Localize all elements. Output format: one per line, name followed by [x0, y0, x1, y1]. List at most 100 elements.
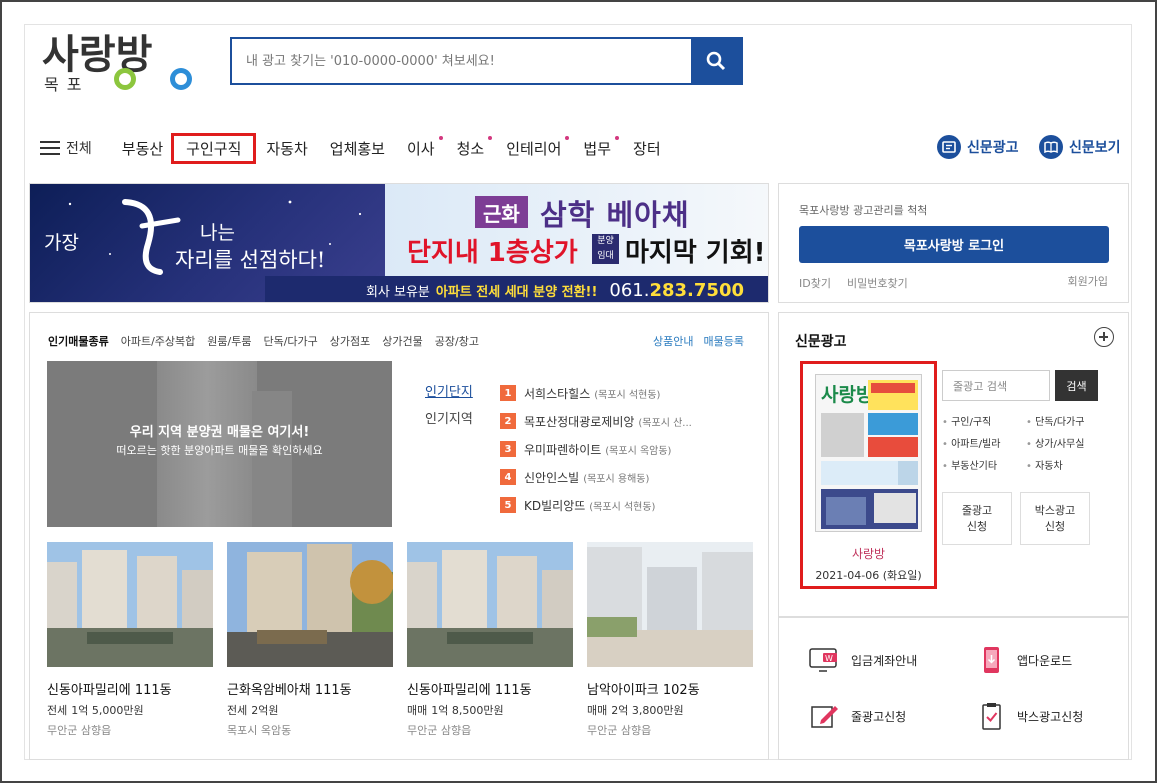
property-address: 무안군 삼향읍 [47, 724, 112, 737]
nav-item-interior[interactable]: 인테리어 [498, 135, 570, 159]
site-logo[interactable]: 사랑방 목포 [42, 32, 202, 92]
product-info-link[interactable]: 상품안내 [653, 333, 693, 349]
newspaper-category-link[interactable]: 상가/사무실 [1026, 435, 1110, 450]
category-link[interactable]: 아파트/주상복합 [121, 333, 196, 349]
newspaper-category-link[interactable]: 부동산기타 [942, 457, 1026, 472]
tab-popular-region[interactable]: 인기지역 [425, 406, 473, 433]
newspaper-thumbnail: 사랑방 [815, 374, 922, 532]
banner-badge: 분양 임대 [592, 234, 619, 264]
category-title: 인기매물종류 [48, 335, 109, 348]
property-section: 인기매물종류 아파트/주상복합 원룸/투룸 단독/다가구 상가점포 상가건물 공… [29, 312, 769, 760]
new-dot [615, 135, 620, 140]
nav-item-jobs[interactable]: 구인구직 [171, 132, 257, 164]
ad-search-input[interactable] [232, 39, 692, 83]
nav-item-real-estate[interactable]: 부동산 [114, 138, 171, 159]
new-dot [438, 135, 443, 140]
search-button[interactable] [691, 39, 741, 83]
new-dot [488, 135, 493, 140]
line-ad-search-button[interactable]: 검색 [1055, 370, 1098, 401]
newspaper-ad-icon [937, 135, 961, 159]
banner-left-line1: 가장 [44, 232, 79, 254]
newspaper-category-link[interactable]: 단독/다가구 [1026, 413, 1110, 428]
newspaper-name: 사랑방 [851, 547, 886, 561]
promo-title: 우리 지역 분양권 매물은 여기서! [129, 425, 310, 440]
box-ad-apply-button[interactable]: 박스광고 신청 [1020, 492, 1090, 545]
monitor-won-icon: W [809, 646, 841, 674]
property-price: 매매 1억 8,500만원 [407, 704, 504, 717]
nav-item-cars[interactable]: 자동차 [258, 138, 315, 159]
category-link[interactable]: 상가건물 [382, 333, 422, 349]
banner-red-text: 단지내 1층상가 [407, 238, 578, 268]
phone-download-icon [975, 646, 1007, 674]
ranking-item[interactable]: 5 KD빌리앙뜨 (목포시 석현동) [500, 491, 692, 519]
newspaper-thumbnail-highlight[interactable]: 사랑방 사랑방 2021-04-06 (화요일) [800, 361, 937, 589]
line-ad-apply-button[interactable]: 줄광고 신청 [942, 492, 1012, 545]
nav-item-cleaning[interactable]: 청소 [449, 135, 493, 159]
login-box: 목포사랑방 광고관리를 척척 목포사랑방 로그인 ID찾기 비밀번호찾기 회원가… [778, 183, 1129, 303]
newspaper-category-link[interactable]: 자동차 [1026, 457, 1110, 472]
property-address: 무안군 삼향읍 [587, 724, 652, 737]
logo-text: 사랑방 [42, 32, 153, 78]
newspaper-ad-box: 신문광고 사랑방 사랑방 2021-04-06 (화요일) 줄광고 검색 검색 … [778, 312, 1129, 617]
category-link[interactable]: 공장/창고 [435, 333, 479, 349]
nav-item-market[interactable]: 장터 [625, 138, 669, 159]
property-card[interactable]: 근화옥암베아채 111동 전세 2억원 목포시 옥암동 [227, 542, 393, 738]
property-price: 전세 2억원 [227, 704, 279, 717]
newspaper-category-link[interactable]: 아파트/빌라 [942, 435, 1026, 450]
all-menu-button[interactable]: 전체 [40, 138, 92, 158]
line-ad-search-input[interactable]: 줄광고 검색 [942, 370, 1050, 401]
newspaper-view-link[interactable]: 신문보기 [1039, 135, 1121, 159]
line-ad-apply-link[interactable]: 줄광고신청 [809, 702, 906, 730]
category-link[interactable]: 원룸/투룸 [207, 333, 251, 349]
property-price: 전세 1억 5,000만원 [47, 704, 144, 717]
category-link[interactable]: 단독/다가구 [263, 333, 317, 349]
banner-title: 삼학 베아채 [540, 198, 690, 232]
nav-item-business[interactable]: 업체홍보 [322, 138, 393, 159]
newspaper-category-link[interactable]: 구인/구직 [942, 413, 1026, 428]
new-dot [565, 135, 570, 140]
find-id-link[interactable]: ID찾기 [799, 275, 831, 291]
clipboard-check-icon [975, 702, 1007, 730]
property-name: 근화옥암베아채 111동 [227, 683, 352, 698]
property-card[interactable]: 신동아파밀리에 111동 매매 1억 8,500만원 무안군 삼향읍 [407, 542, 573, 738]
login-button[interactable]: 목포사랑방 로그인 [799, 226, 1109, 263]
register-listing-link[interactable]: 매물등록 [704, 333, 744, 349]
ranking-item[interactable]: 1 서희스타힐스 (목포시 석현동) [500, 379, 692, 407]
nav-item-legal[interactable]: 법무 [575, 135, 620, 159]
nav-item-moving[interactable]: 이사 [399, 135, 443, 159]
find-password-link[interactable]: 비밀번호찾기 [847, 275, 908, 291]
ad-search-box [230, 37, 743, 85]
presale-promo-card[interactable]: 우리 지역 분양권 매물은 여기서! 떠오르는 핫한 분양아파트 매물을 확인하… [47, 361, 392, 527]
tab-popular-complex[interactable]: 인기단지 [425, 379, 473, 406]
pencil-form-icon [809, 702, 841, 730]
banner-left-line3: 자리를 선점하다! [175, 248, 326, 272]
newspaper-ad-link[interactable]: 신문광고 [937, 135, 1019, 159]
property-address: 목포시 옥암동 [227, 724, 292, 737]
login-caption: 목포사랑방 광고관리를 척척 [799, 204, 928, 217]
property-card[interactable]: 신동아파밀리에 111동 전세 1억 5,000만원 무안군 삼향읍 [47, 542, 213, 738]
quick-links-box: W 입금계좌안내 앱다운로드 줄광고신청 박스광고신청 [778, 617, 1129, 760]
join-link[interactable]: 회원가입 [1068, 273, 1108, 289]
property-card[interactable]: 남악아이파크 102동 매매 2억 3,800만원 무안군 삼향읍 [587, 542, 753, 738]
app-download-link[interactable]: 앱다운로드 [975, 646, 1072, 674]
plus-circle-icon[interactable] [1094, 327, 1114, 347]
banner-left-line2: 나는 [200, 222, 235, 244]
property-address: 무안군 삼향읍 [407, 724, 472, 737]
ranking-item[interactable]: 2 목포산정대광로제비앙 (목포시 산... [500, 407, 692, 435]
ranking-item[interactable]: 4 신안인스빌 (목포시 용해동) [500, 463, 692, 491]
property-category-row: 인기매물종류 아파트/주상복합 원룸/투룸 단독/다가구 상가점포 상가건물 공… [48, 333, 479, 349]
newspaper-section-title: 신문광고 [795, 334, 847, 350]
newspaper-view-label: 신문보기 [1069, 140, 1121, 156]
banner-phone: 061.283.7500 [609, 279, 744, 301]
svg-text:W: W [825, 654, 833, 663]
promo-banner[interactable]: 가장 나는 자리를 선점하다! 근화 삼학 베아채 단지내 1층상가 분양 임대 … [29, 183, 769, 303]
property-name: 남악아이파크 102동 [587, 683, 700, 698]
category-link[interactable]: 상가점포 [330, 333, 370, 349]
deposit-account-link[interactable]: W 입금계좌안내 [809, 646, 917, 674]
property-cards: 신동아파밀리에 111동 전세 1억 5,000만원 무안군 삼향읍 근화옥암베아… [47, 542, 753, 738]
box-ad-apply-link[interactable]: 박스광고신청 [975, 702, 1083, 730]
newspaper-categories: 구인/구직 단독/다가구 아파트/빌라 상가/사무실 부동산기타 자동차 [942, 413, 1112, 472]
property-price: 매매 2억 3,800만원 [587, 704, 684, 717]
search-icon [706, 51, 726, 71]
ranking-item[interactable]: 3 우미파렌하이트 (목포시 옥암동) [500, 435, 692, 463]
